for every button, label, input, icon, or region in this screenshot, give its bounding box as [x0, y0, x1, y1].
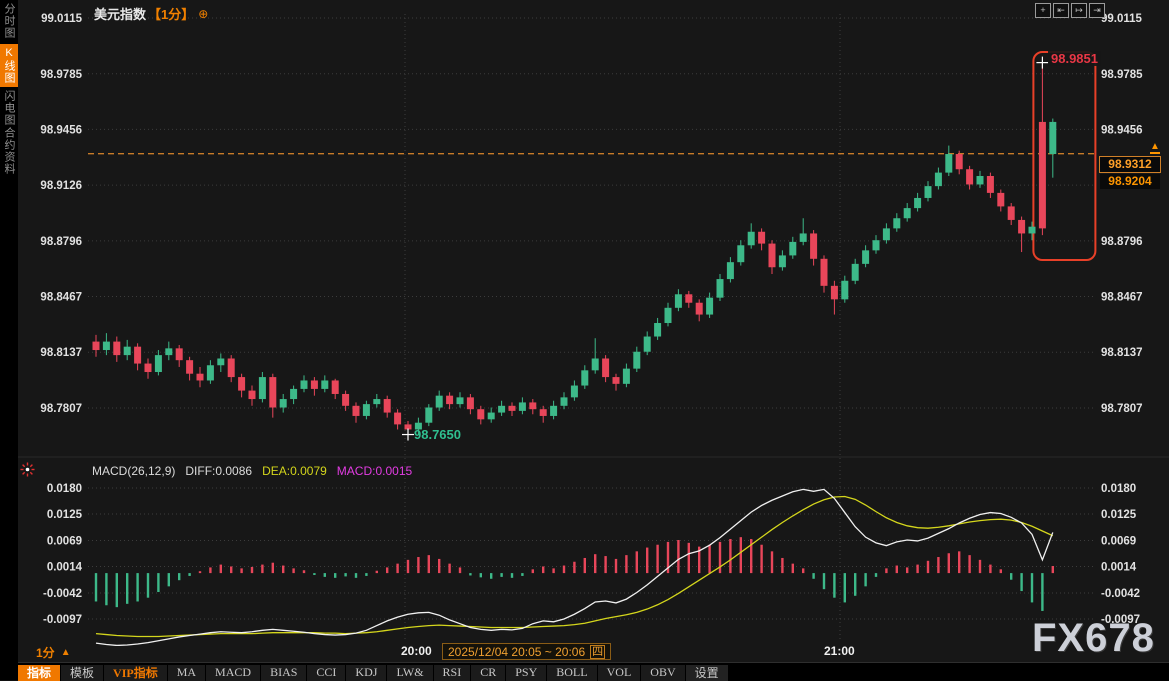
svg-text:98.9126: 98.9126 — [40, 180, 82, 192]
svg-text:0.0180: 0.0180 — [1101, 483, 1136, 495]
tab-template[interactable]: 模板 — [61, 665, 104, 681]
svg-text:98.9456: 98.9456 — [1101, 124, 1143, 136]
sidebar-item-contract-info[interactable]: 合约资料 — [0, 127, 18, 175]
svg-text:98.8467: 98.8467 — [1101, 291, 1143, 303]
macd-layer — [95, 489, 1054, 645]
tab-bias[interactable]: BIAS — [261, 665, 307, 681]
macd-header: MACD(26,12,9) DIFF:0.0086 DEA:0.0079 MAC… — [92, 464, 412, 478]
tab-cr[interactable]: CR — [471, 665, 506, 681]
svg-text:98.8137: 98.8137 — [40, 347, 82, 359]
svg-text:-0.0042: -0.0042 — [43, 588, 82, 600]
session-high-label: 98.9851 — [1048, 51, 1101, 66]
svg-text:98.8796: 98.8796 — [1101, 236, 1143, 248]
tooltip-datetime: 2025/12/04 20:05 ~ 20:06 — [448, 645, 585, 659]
last-price-tag: 98.9312 — [1099, 156, 1161, 173]
macd-dea-value: DEA:0.0079 — [262, 464, 327, 478]
tab-cci[interactable]: CCI — [307, 665, 346, 681]
sidebar-item-candle-chart[interactable]: K线图 — [0, 44, 18, 87]
high-low-markers — [402, 57, 1048, 441]
tab-kdj[interactable]: KDJ — [346, 665, 387, 681]
sidebar-item-time-chart[interactable]: 分时图 — [0, 3, 18, 39]
scale-right-icon[interactable]: ↦ — [1071, 3, 1087, 18]
candle-time-tooltip: 2025/12/04 20:05 ~ 20:06 四 — [442, 643, 611, 660]
fit-axis-icon[interactable]: ⇥ — [1089, 3, 1105, 18]
svg-text:98.9456: 98.9456 — [40, 124, 82, 136]
tab-ma[interactable]: MA — [168, 665, 206, 681]
period-text: 1分 — [36, 644, 55, 661]
chart-type-sidebar: 分时图 K线图 闪电图 合约资料 — [0, 0, 18, 680]
svg-text:99.0115: 99.0115 — [41, 13, 83, 25]
tab-obv[interactable]: OBV — [641, 665, 685, 681]
svg-text:0.0180: 0.0180 — [47, 483, 82, 495]
svg-text:0.0069: 0.0069 — [1101, 535, 1136, 547]
svg-text:98.9785: 98.9785 — [40, 69, 82, 81]
axis-labels: 99.0115 99.0115 98.9785 98.9785 98.9456 98.94… — [40, 13, 1143, 626]
tab-vip-indicator[interactable]: VIP指标 — [104, 665, 168, 681]
time-tick-2000: 20:00 — [401, 644, 432, 658]
fx678-watermark: FX678 — [1032, 616, 1155, 661]
time-tick-2100: 21:00 — [824, 644, 855, 658]
svg-text:99.0115: 99.0115 — [1101, 13, 1143, 25]
chevron-up-icon: ▲ — [61, 647, 71, 658]
svg-text:0.0125: 0.0125 — [47, 509, 83, 521]
svg-text:98.9785: 98.9785 — [1101, 69, 1143, 81]
svg-text:-0.0042: -0.0042 — [1101, 588, 1140, 600]
period-selector[interactable]: 1分 ▲ — [36, 644, 71, 661]
gridlines — [18, 14, 1169, 640]
sidebar-item-flash-chart[interactable]: 闪电图 — [0, 90, 18, 126]
pan-icon[interactable]: + — [1035, 3, 1051, 18]
svg-text:-0.0097: -0.0097 — [43, 614, 82, 626]
tab-vol[interactable]: VOL — [598, 665, 642, 681]
candlestick-layer — [93, 63, 1057, 435]
trading-app: { "window": {"instrument":"美元指数","period… — [0, 0, 1169, 680]
macd-macd-value: MACD:0.0015 — [337, 464, 412, 478]
prev-price-tag: 98.9204 — [1100, 174, 1160, 189]
svg-text:98.7807: 98.7807 — [1101, 403, 1143, 415]
tab-indicator[interactable]: 指标 — [18, 665, 61, 681]
macd-params-label: MACD(26,12,9) — [92, 464, 175, 478]
svg-text:0.0069: 0.0069 — [47, 535, 82, 547]
tab-boll[interactable]: BOLL — [547, 665, 597, 681]
svg-text:0.0014: 0.0014 — [1101, 561, 1137, 573]
price-direction-marker-icon: ▲ — [1150, 142, 1160, 154]
svg-text:0.0014: 0.0014 — [47, 561, 83, 573]
tab-lw[interactable]: LW& — [387, 665, 433, 681]
tab-rsi[interactable]: RSI — [434, 665, 472, 681]
tab-macd[interactable]: MACD — [206, 665, 261, 681]
svg-text:98.8467: 98.8467 — [40, 291, 82, 303]
indicator-alert-icon[interactable] — [20, 462, 35, 482]
chart-canvas[interactable]: 99.0115 99.0115 98.9785 98.9785 98.9456 98.94… — [0, 0, 1169, 680]
chart-title: 美元指数 【1分】 ⊕ — [94, 4, 208, 23]
svg-text:0.0125: 0.0125 — [1101, 509, 1137, 521]
add-indicator-icon[interactable]: ⊕ — [198, 7, 208, 21]
chart-tool-icons: + ⇤ ↦ ⇥ — [1035, 3, 1107, 18]
interval-label: 【1分】 — [148, 4, 194, 23]
tab-psy[interactable]: PSY — [506, 665, 547, 681]
macd-diff-value: DIFF:0.0086 — [185, 464, 252, 478]
svg-text:98.8137: 98.8137 — [1101, 347, 1143, 359]
session-low-label: 98.7650 — [414, 427, 461, 442]
indicator-toolbar: 指标 模板 VIP指标 MA MACD BIAS CCI KDJ LW& RSI… — [18, 662, 1169, 681]
instrument-name: 美元指数 — [94, 4, 146, 23]
svg-text:98.7807: 98.7807 — [40, 403, 82, 415]
tooltip-weekday: 四 — [590, 645, 605, 659]
tab-settings[interactable]: 设置 — [686, 665, 729, 681]
svg-text:98.8796: 98.8796 — [40, 236, 82, 248]
scale-left-icon[interactable]: ⇤ — [1053, 3, 1069, 18]
